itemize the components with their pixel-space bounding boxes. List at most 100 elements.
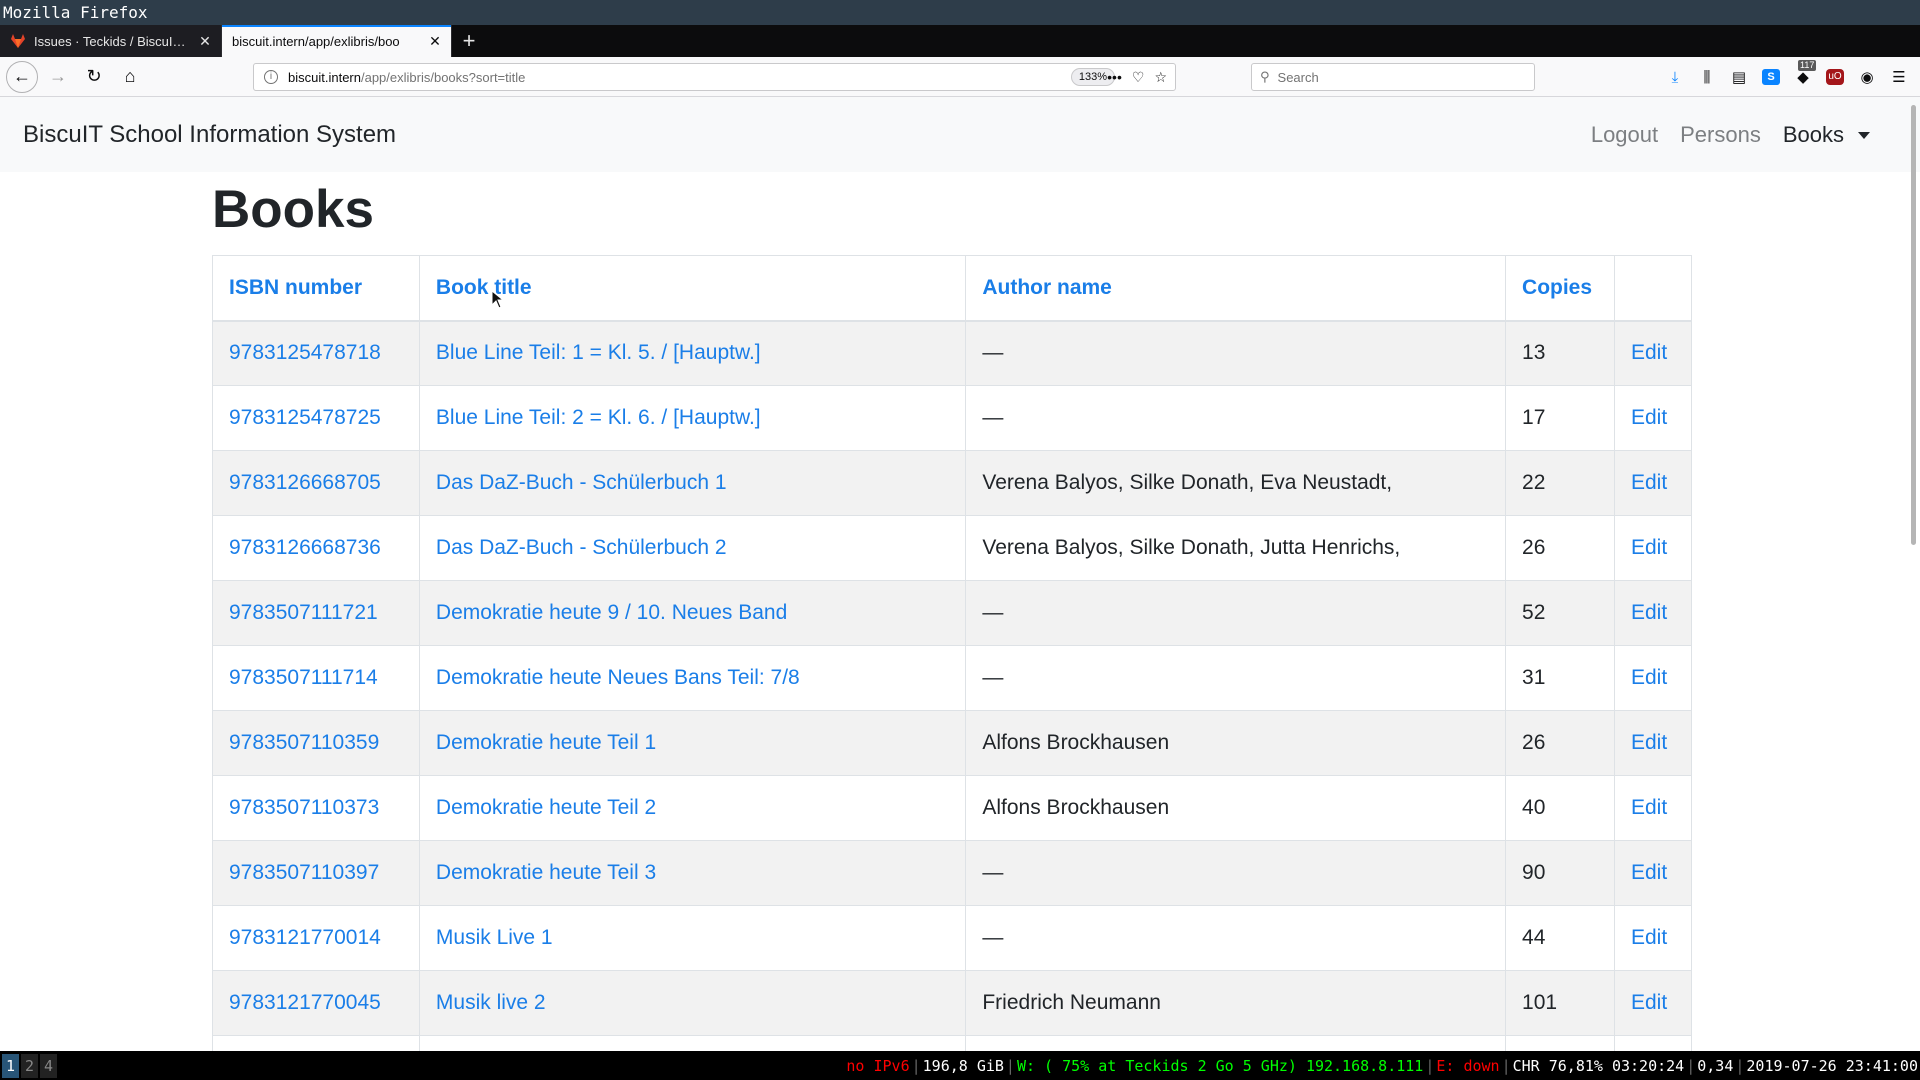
isbn-link[interactable]: 9783507111721 [212,580,420,646]
search-icon: ⚲ [1260,69,1270,84]
copies-cell: 22 [1505,450,1615,516]
edit-link[interactable]: Edit [1614,775,1692,841]
table-row: 9783121770014 Musik Live 1—44 Edit [212,905,1692,971]
ublock-icon[interactable]: uO [1826,69,1844,85]
web-page: BiscuIT School Information System Logout… [0,97,1920,1051]
copies-cell: 26 [1505,710,1615,776]
edit-link[interactable]: Edit [1614,450,1692,516]
system-statusbar: 1 2 4 no IPv6 | 196,8 GiB | W: ( 75% at Te… [0,1051,1920,1080]
page-actions-icon[interactable]: ••• [1107,69,1122,85]
new-tab-button[interactable]: + [452,25,486,57]
copies-cell: 13 [1505,320,1615,386]
book-title-link[interactable]: Demokratie heute Teil 2 [418,775,967,841]
home-button[interactable]: ⌂ [114,61,146,93]
edit-link[interactable]: Edit [1614,710,1692,776]
nav-books-dropdown[interactable]: Books [1783,122,1870,148]
nav-logout[interactable]: Logout [1591,122,1658,148]
copies-cell: 40 [1505,775,1615,841]
sort-isbn-header[interactable]: ISBN number [212,255,420,322]
library-icon[interactable]: ⫼ [1698,69,1716,86]
isbn-link[interactable]: 9783125478718 [212,320,420,386]
table-row: 9783125478718 Blue Line Teil: 1 = Kl. 5. … [212,320,1692,386]
isbn-link[interactable] [212,1035,420,1051]
bookmark-star-icon[interactable]: ☆ [1154,69,1167,86]
page-title: Books [212,180,374,239]
book-title-link[interactable]: Demokratie heute Teil 3 [418,840,967,906]
forward-button[interactable]: → [42,61,74,93]
reload-button[interactable]: ↻ [78,61,110,93]
disk-status: 196,8 GiB [922,1056,1004,1075]
workspace-button[interactable]: 4 [40,1053,57,1078]
download-icon[interactable]: ⤓ [1666,69,1684,86]
extension-icon[interactable]: ◆ 117 [1794,60,1817,86]
gitlab-icon [10,33,26,49]
author-cell: — [965,320,1507,386]
sort-title-header[interactable]: Book title [418,255,967,322]
close-icon[interactable]: ✕ [427,33,443,50]
skype-icon[interactable]: S [1762,69,1780,85]
arrow-left-icon: ← [13,66,31,86]
isbn-link[interactable]: 9783121770014 [212,905,420,971]
edit-link[interactable]: Edit [1614,580,1692,646]
isbn-link[interactable]: 9783507110397 [212,840,420,906]
edit-link[interactable]: Edit [1614,385,1692,451]
isbn-link[interactable]: 9783507111714 [212,645,420,711]
back-button[interactable]: ← [6,60,38,93]
book-title-link[interactable]: Demokratie heute Neues Bans Teil: 7/8 [418,645,967,711]
edit-link[interactable]: Edit [1614,905,1692,971]
edit-link[interactable] [1614,1035,1692,1051]
close-icon[interactable]: ✕ [197,33,213,50]
isbn-link[interactable]: 9783507110373 [212,775,420,841]
edit-link[interactable]: Edit [1614,515,1692,581]
isbn-link[interactable]: 9783121770045 [212,970,420,1036]
url-bar[interactable]: i biscuit.intern/app/exlibris/books?sort… [253,63,1176,91]
sidebar-icon[interactable]: ▤ [1730,68,1748,86]
book-title-link[interactable]: Musik live 2 [418,970,967,1036]
book-title-link[interactable]: Das DaZ-Buch - Schülerbuch 2 [418,515,967,581]
book-title-link[interactable] [418,1035,967,1051]
author-cell: Alfons Brockhausen [965,775,1507,841]
ethernet-status: E: down [1436,1056,1500,1075]
pocket-icon[interactable]: ♡ [1132,69,1145,86]
nav-persons[interactable]: Persons [1680,122,1761,148]
book-title-link[interactable]: Blue Line Teil: 2 = Kl. 6. / [Hauptw.] [418,385,967,451]
book-title-link[interactable]: Demokratie heute 9 / 10. Neues Band [418,580,967,646]
isbn-link[interactable]: 9783126668736 [212,515,420,581]
ipv6-status: no IPv6 [846,1056,910,1075]
edit-link[interactable]: Edit [1614,970,1692,1036]
edit-link[interactable]: Edit [1614,645,1692,711]
extension-badge: 117 [1798,60,1817,71]
tab-gitlab-issues[interactable]: Issues · Teckids / BiscuIT / E ✕ [0,25,222,57]
sort-copies-header[interactable]: Copies [1505,255,1615,322]
book-title-link[interactable]: Blue Line Teil: 1 = Kl. 5. / [Hauptw.] [418,320,967,386]
workspace-button[interactable]: 2 [21,1053,38,1078]
book-title-link[interactable]: Das DaZ-Buch - Schülerbuch 1 [418,450,967,516]
page-scrollbar[interactable] [1911,105,1916,545]
tab-books[interactable]: biscuit.intern/app/exlibris/boo ✕ [222,25,452,57]
sort-author-header[interactable]: Author name [965,255,1507,322]
isbn-link[interactable]: 9783507110359 [212,710,420,776]
table-row: 9783125478725 Blue Line Teil: 2 = Kl. 6. … [212,385,1692,451]
author-cell: — [965,905,1507,971]
info-icon[interactable]: i [264,70,278,84]
isbn-link[interactable]: 9783126668705 [212,450,420,516]
book-title-link[interactable]: Demokratie heute Teil 1 [418,710,967,776]
isbn-link[interactable]: 9783125478725 [212,385,420,451]
menu-icon[interactable]: ☰ [1890,68,1908,86]
edit-link[interactable]: Edit [1614,320,1692,386]
actions-header [1614,255,1692,322]
tab-label: biscuit.intern/app/exlibris/boo [232,33,400,49]
edit-link[interactable]: Edit [1614,840,1692,906]
table-row: 9783507110373 Demokratie heute Teil 2 Alfo… [212,775,1692,841]
account-icon[interactable]: ◉ [1858,68,1876,86]
brand-link[interactable]: BiscuIT School Information System [23,121,396,149]
books-table: ISBN number Book title Author name Copie… [212,255,1692,1051]
workspace-button[interactable]: 1 [2,1053,19,1078]
author-cell: Verena Balyos, Silke Donath, Jutta Henri… [965,515,1507,581]
table-header-row: ISBN number Book title Author name Copie… [212,255,1692,322]
table-row: 9783121770045 Musik live 2 Friedrich Neuma… [212,970,1692,1036]
search-input[interactable]: ⚲ Search [1251,63,1535,91]
app-navbar: BiscuIT School Information System Logout… [0,97,1920,172]
table-row: 9783507110397 Demokratie heute Teil 3—90 E… [212,840,1692,906]
book-title-link[interactable]: Musik Live 1 [418,905,967,971]
